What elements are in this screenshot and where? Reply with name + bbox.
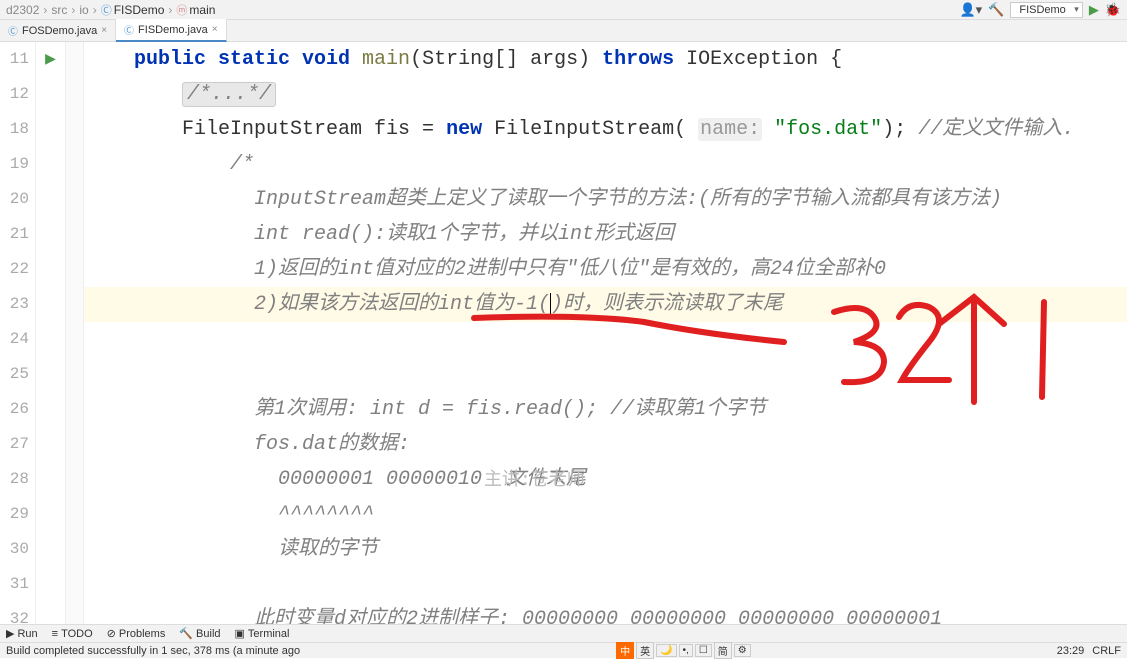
fold-column xyxy=(66,42,84,624)
chevron-right-icon: › xyxy=(93,3,97,17)
todo-toolwindow-button[interactable]: ≡ TODO xyxy=(52,628,93,640)
close-icon[interactable]: × xyxy=(212,24,218,35)
tab-label: FOSDemo.java xyxy=(22,25,97,37)
tool-window-bar: ▶ Run ≡ TODO ⊘ Problems 🔨 Build ▣ Termin… xyxy=(0,624,1127,642)
ime-button[interactable]: 🌙 xyxy=(656,644,676,657)
ime-button[interactable]: 中 xyxy=(616,642,634,659)
problems-toolwindow-button[interactable]: ⊘ Problems xyxy=(107,627,166,640)
line-number[interactable]: 31 xyxy=(0,567,29,602)
breadcrumb-item-method[interactable]: main xyxy=(176,2,215,18)
code-line[interactable] xyxy=(84,567,1127,602)
ime-button[interactable]: ⚙ xyxy=(734,644,751,657)
toolbar-right: 👤▾ 🔨 FISDemo ▶ 🐞 xyxy=(959,2,1121,18)
chevron-right-icon: › xyxy=(168,3,172,17)
debug-button[interactable]: 🐞 xyxy=(1105,2,1121,18)
code-line[interactable]: ^^^^^^^^ xyxy=(84,497,1127,532)
build-toolwindow-button[interactable]: 🔨 Build xyxy=(179,627,220,640)
code-line[interactable]: 此时变量d对应的2进制样子: 00000000 00000000 0000000… xyxy=(84,602,1127,624)
tab-fosdemo[interactable]: Ⓒ FOSDemo.java × xyxy=(0,20,116,41)
code-line[interactable]: public static void main(String[] args) t… xyxy=(84,42,1127,77)
user-icon[interactable]: 👤▾ xyxy=(959,2,982,18)
code-line[interactable]: /*...*/ xyxy=(84,77,1127,112)
build-button[interactable]: 🔨 xyxy=(988,2,1004,18)
line-number[interactable]: 21 xyxy=(0,217,29,252)
ime-button[interactable]: 简 xyxy=(714,642,732,659)
terminal-toolwindow-button[interactable]: ▣ Terminal xyxy=(235,627,290,640)
line-number[interactable]: 12 xyxy=(0,77,29,112)
code-line[interactable] xyxy=(84,322,1127,357)
code-line-active[interactable]: 2)如果该方法返回的int值为-1()时，则表示流读取了末尾 xyxy=(84,287,1127,322)
ime-button[interactable]: •, xyxy=(679,644,693,657)
code-line[interactable]: 第1次调用: int d = fis.read(); //读取第1个字节 xyxy=(84,392,1127,427)
line-number[interactable]: 27 xyxy=(0,427,29,462)
breadcrumb-item[interactable]: io xyxy=(79,3,88,17)
code-line[interactable]: /* xyxy=(84,147,1127,182)
breadcrumb: d2302 › src › io › FISDemo › main xyxy=(6,2,959,18)
line-number[interactable]: 28 xyxy=(0,462,29,497)
line-number[interactable]: 23 xyxy=(0,287,29,322)
code-editor[interactable]: 11 12 18 19 20 21 22 23 24 25 26 27 28 2… xyxy=(0,42,1127,624)
ime-bar: 中 英 🌙 •, ☐ 简 ⚙ xyxy=(616,642,751,659)
line-number[interactable]: 18 xyxy=(0,112,29,147)
line-number[interactable]: 24 xyxy=(0,322,29,357)
code-line[interactable]: FileInputStream fis = new FileInputStrea… xyxy=(84,112,1127,147)
line-number[interactable]: 26 xyxy=(0,392,29,427)
breadcrumb-item[interactable]: src xyxy=(51,3,67,17)
chevron-right-icon: › xyxy=(43,3,47,17)
line-number[interactable]: 25 xyxy=(0,357,29,392)
breadcrumb-item[interactable]: d2302 xyxy=(6,3,39,17)
tab-label: FISDemo.java xyxy=(138,24,208,36)
run-config-dropdown[interactable]: FISDemo xyxy=(1010,2,1082,18)
tab-fisdemo[interactable]: Ⓒ FISDemo.java × xyxy=(116,19,227,42)
ime-button[interactable]: 英 xyxy=(636,642,654,659)
code-line[interactable] xyxy=(84,357,1127,392)
line-number[interactable]: 29 xyxy=(0,497,29,532)
code-line[interactable]: int read():读取1个字节，并以int形式返回 xyxy=(84,217,1127,252)
line-number-gutter: 11 12 18 19 20 21 22 23 24 25 26 27 28 2… xyxy=(0,42,36,624)
line-number[interactable]: 20 xyxy=(0,182,29,217)
java-file-icon: Ⓒ xyxy=(8,23,18,38)
breadcrumb-item-class[interactable]: FISDemo xyxy=(101,2,165,18)
chevron-right-icon: › xyxy=(71,3,75,17)
run-button[interactable]: ▶ xyxy=(1089,2,1099,18)
line-number[interactable]: 22 xyxy=(0,252,29,287)
code-line[interactable]: fos.dat的数据: xyxy=(84,427,1127,462)
code-line[interactable]: 1)返回的int值对应的2进制中只有"低八位"是有效的，高24位全部补0 xyxy=(84,252,1127,287)
line-separator[interactable]: CRLF xyxy=(1092,645,1121,657)
line-number[interactable]: 19 xyxy=(0,147,29,182)
ime-button[interactable]: ☐ xyxy=(695,644,712,657)
code-line[interactable]: 读取的字节 xyxy=(84,532,1127,567)
run-toolwindow-button[interactable]: ▶ Run xyxy=(6,627,38,640)
code-content[interactable]: public static void main(String[] args) t… xyxy=(84,42,1127,624)
gutter-icons: ▶ xyxy=(36,42,66,624)
status-bar: Build completed successfully in 1 sec, 3… xyxy=(0,642,1127,658)
code-line[interactable]: InputStream超类上定义了读取一个字节的方法:(所有的字节输入流都具有该… xyxy=(84,182,1127,217)
code-line[interactable]: 00000001 00000010 文件末尾 xyxy=(84,462,1127,497)
editor-tabs: Ⓒ FOSDemo.java × Ⓒ FISDemo.java × xyxy=(0,20,1127,42)
navigation-bar: d2302 › src › io › FISDemo › main 👤▾ 🔨 F… xyxy=(0,0,1127,20)
close-icon[interactable]: × xyxy=(101,25,107,36)
line-number[interactable]: 30 xyxy=(0,532,29,567)
status-message: Build completed successfully in 1 sec, 3… xyxy=(6,645,300,657)
java-file-icon: Ⓒ xyxy=(124,22,134,37)
run-gutter-icon[interactable]: ▶ xyxy=(45,51,56,68)
cursor-position[interactable]: 23:29 xyxy=(1057,645,1085,657)
fold-badge[interactable]: /*...*/ xyxy=(182,82,276,107)
line-number[interactable]: 11 xyxy=(0,42,29,77)
